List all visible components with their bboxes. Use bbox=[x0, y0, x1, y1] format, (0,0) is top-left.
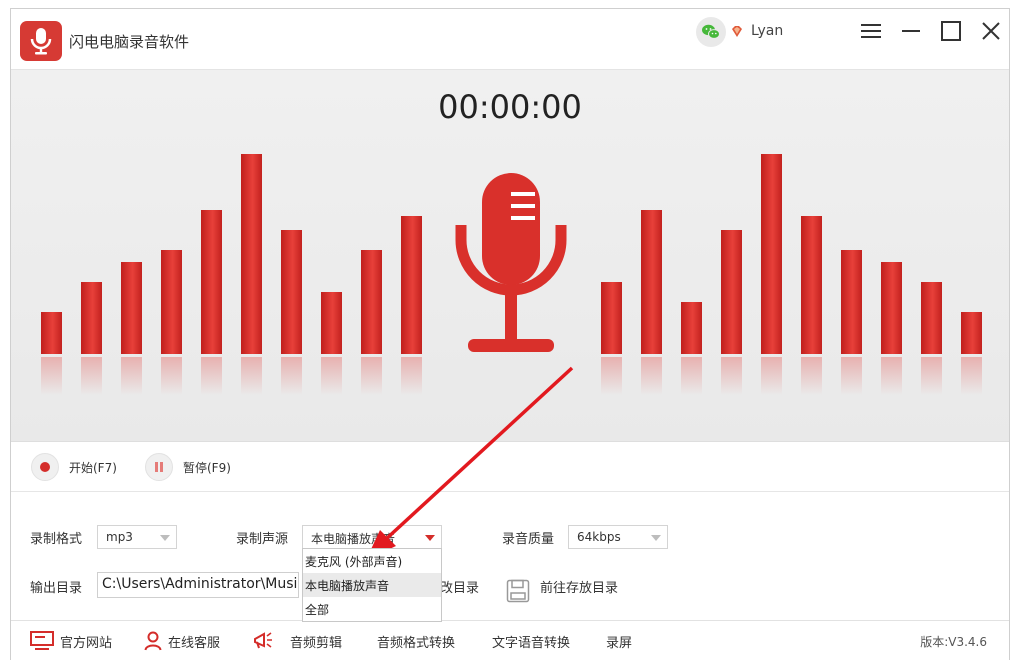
level-bar bbox=[881, 262, 902, 354]
level-bar bbox=[761, 154, 782, 354]
level-bar bbox=[401, 216, 422, 354]
level-bar-reflection bbox=[761, 357, 782, 395]
level-bar bbox=[241, 154, 262, 354]
level-bar bbox=[81, 282, 102, 354]
level-bar-reflection bbox=[121, 357, 142, 395]
format-value: mp3 bbox=[106, 530, 133, 544]
source-option[interactable]: 麦克风 (外部声音) bbox=[303, 549, 441, 573]
pause-button[interactable]: 暂停(F9) bbox=[145, 453, 231, 481]
chevron-down-icon bbox=[425, 535, 435, 541]
level-bar bbox=[161, 250, 182, 354]
pause-icon bbox=[145, 453, 173, 481]
audio-edit-link[interactable]: 音频剪辑 bbox=[252, 631, 342, 651]
level-bar-reflection bbox=[881, 357, 902, 395]
level-bar-reflection bbox=[81, 357, 102, 395]
app-window: 闪电电脑录音软件 Lyan 00:00:00 开始(F7) 暂停(F9) 录制格… bbox=[10, 8, 1010, 660]
source-value: 本电脑播放声音 bbox=[311, 532, 396, 546]
support-label: 在线客服 bbox=[168, 635, 221, 651]
output-label: 输出目录 bbox=[30, 581, 83, 596]
tts-link[interactable]: 文字语音转换 bbox=[492, 631, 570, 651]
level-bar bbox=[841, 250, 862, 354]
level-bar-reflection bbox=[321, 357, 342, 395]
close-icon[interactable] bbox=[979, 19, 1003, 43]
level-bar-reflection bbox=[681, 357, 702, 395]
record-icon bbox=[31, 453, 59, 481]
website-link[interactable]: 官方网站 bbox=[30, 631, 112, 651]
level-bar-reflection bbox=[161, 357, 182, 395]
level-bar bbox=[201, 210, 222, 354]
level-bar-reflection bbox=[361, 357, 382, 395]
start-label: 开始(F7) bbox=[69, 460, 117, 475]
website-label: 官方网站 bbox=[60, 635, 113, 651]
settings-panel: 录制格式 mp3 录制声源 本电脑播放声音 录音质量 64kbps 输出目录 C… bbox=[11, 492, 1009, 622]
level-bar-reflection bbox=[961, 357, 982, 395]
format-convert-link[interactable]: 音频格式转换 bbox=[377, 631, 455, 651]
level-bar bbox=[641, 210, 662, 354]
level-bar-reflection bbox=[641, 357, 662, 395]
level-bar-reflection bbox=[201, 357, 222, 395]
level-bar bbox=[801, 216, 822, 354]
microphone-icon bbox=[455, 173, 567, 352]
audio-visualizer: 00:00:00 bbox=[11, 70, 1009, 442]
support-link[interactable]: 在线客服 bbox=[144, 631, 220, 651]
recording-controls: 开始(F7) 暂停(F9) bbox=[11, 442, 1009, 492]
megaphone-icon bbox=[254, 632, 272, 649]
level-bar bbox=[961, 312, 982, 354]
menu-icon[interactable] bbox=[859, 19, 883, 43]
quality-value: 64kbps bbox=[577, 530, 621, 544]
quality-select[interactable]: 64kbps bbox=[568, 525, 668, 549]
quality-label: 录音质量 bbox=[502, 532, 555, 547]
app-title: 闪电电脑录音软件 bbox=[69, 33, 190, 51]
pause-label: 暂停(F9) bbox=[183, 460, 231, 475]
level-bar-reflection bbox=[801, 357, 822, 395]
source-option[interactable]: 全部 bbox=[303, 597, 441, 621]
level-bar-reflection bbox=[281, 357, 302, 395]
user-icon bbox=[144, 631, 162, 651]
chevron-down-icon bbox=[651, 535, 661, 541]
maximize-icon[interactable] bbox=[939, 19, 963, 43]
level-bar-reflection bbox=[721, 357, 742, 395]
change-dir-button[interactable]: 改目录 bbox=[440, 577, 479, 596]
level-bar-reflection bbox=[601, 357, 622, 395]
app-logo-icon bbox=[20, 21, 62, 61]
vip-gem-icon bbox=[732, 26, 742, 37]
level-bar bbox=[681, 302, 702, 354]
level-bar-reflection bbox=[41, 357, 62, 395]
version-label: 版本:V3.4.6 bbox=[920, 635, 987, 649]
wechat-icon[interactable] bbox=[696, 17, 726, 47]
bottom-nav: 官方网站 在线客服 音频剪辑 音频格式转换 文字语音转换 录屏 版本:V3.4.… bbox=[11, 620, 1009, 660]
source-select[interactable]: 本电脑播放声音 bbox=[302, 525, 442, 549]
screen-record-link[interactable]: 录屏 bbox=[606, 631, 632, 651]
open-dir-button[interactable]: 前往存放目录 bbox=[540, 577, 618, 596]
level-bar bbox=[41, 312, 62, 354]
minimize-icon[interactable] bbox=[899, 19, 923, 43]
format-select[interactable]: mp3 bbox=[97, 525, 177, 549]
audio-edit-label: 音频剪辑 bbox=[290, 635, 343, 651]
user-name[interactable]: Lyan bbox=[751, 23, 783, 39]
source-dropdown-list: 麦克风 (外部声音) 本电脑播放声音 全部 bbox=[302, 548, 442, 622]
chevron-down-icon bbox=[160, 535, 170, 541]
monitor-icon bbox=[30, 631, 54, 650]
level-bar bbox=[321, 292, 342, 354]
source-label: 录制声源 bbox=[236, 532, 289, 547]
start-button[interactable]: 开始(F7) bbox=[31, 453, 117, 481]
level-bar-reflection bbox=[921, 357, 942, 395]
level-bar bbox=[361, 250, 382, 354]
level-bar bbox=[601, 282, 622, 354]
recording-timer: 00:00:00 bbox=[438, 88, 582, 126]
output-path-field[interactable]: C:\Users\Administrator\Music bbox=[97, 572, 299, 598]
level-bar bbox=[281, 230, 302, 354]
level-bar-reflection bbox=[241, 357, 262, 395]
level-bar bbox=[121, 262, 142, 354]
title-bar: 闪电电脑录音软件 Lyan bbox=[11, 9, 1009, 70]
level-bar bbox=[921, 282, 942, 354]
level-bar-reflection bbox=[841, 357, 862, 395]
source-option[interactable]: 本电脑播放声音 bbox=[303, 573, 441, 597]
level-bar-reflection bbox=[401, 357, 422, 395]
level-bar bbox=[721, 230, 742, 354]
save-folder-icon[interactable] bbox=[506, 579, 530, 603]
format-label: 录制格式 bbox=[30, 532, 83, 547]
